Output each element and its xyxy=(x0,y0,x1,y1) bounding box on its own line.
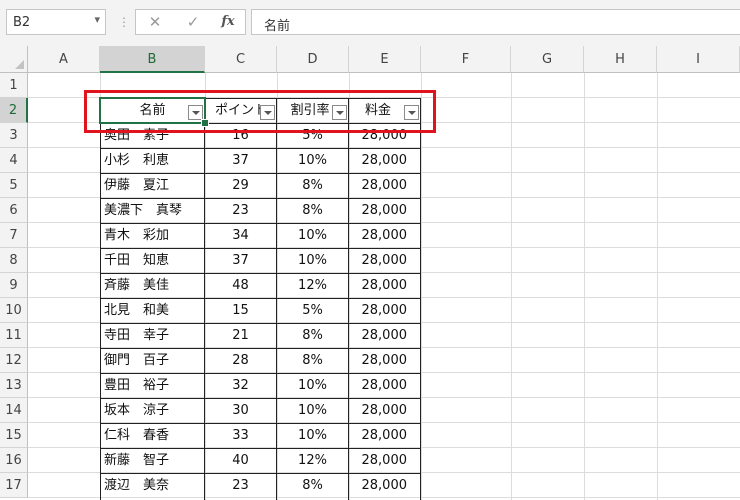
table-cell[interactable]: 30 xyxy=(205,398,276,423)
column-header-i[interactable]: I xyxy=(657,46,740,73)
table-cell[interactable]: 10% xyxy=(277,373,348,398)
table-cell[interactable]: 28,000 xyxy=(349,248,420,273)
table-cell[interactable]: 8% xyxy=(277,348,348,373)
row-header-7[interactable]: 7 xyxy=(0,223,28,248)
row-header-16[interactable]: 16 xyxy=(0,448,28,473)
vertical-dots-icon: ⋮ xyxy=(118,15,130,29)
highlight-box xyxy=(84,90,436,133)
table-cell[interactable]: 28,000 xyxy=(349,473,420,498)
table-cell[interactable]: 斉藤 美佳 xyxy=(101,273,204,298)
formula-input[interactable]: 名前 xyxy=(251,9,740,35)
table-cell[interactable]: 小杉 利恵 xyxy=(101,148,204,173)
table-cell[interactable]: 48 xyxy=(205,273,276,298)
table-border xyxy=(420,98,421,500)
gridline xyxy=(511,73,512,500)
table-cell[interactable]: 御門 百子 xyxy=(101,348,204,373)
table-cell[interactable]: 10% xyxy=(277,423,348,448)
select-all-corner[interactable] xyxy=(0,46,28,73)
table-cell[interactable]: 8% xyxy=(277,473,348,498)
table-cell[interactable]: 8% xyxy=(277,323,348,348)
table-cell[interactable]: 21 xyxy=(205,323,276,348)
column-header-b[interactable]: B xyxy=(100,46,205,73)
enter-check-icon[interactable]: ✓ xyxy=(181,11,205,33)
table-cell[interactable]: 5% xyxy=(277,298,348,323)
name-box-value: B2 xyxy=(13,15,31,30)
table-cell[interactable]: 12% xyxy=(277,273,348,298)
row-header-11[interactable]: 11 xyxy=(0,323,28,348)
table-cell[interactable]: 8% xyxy=(277,198,348,223)
table-cell[interactable]: 坂本 涼子 xyxy=(101,398,204,423)
row-header-10[interactable]: 10 xyxy=(0,298,28,323)
table-cell[interactable]: 渡辺 美奈 xyxy=(101,473,204,498)
cancel-icon[interactable]: ✕ xyxy=(143,11,167,33)
formula-value: 名前 xyxy=(264,19,291,34)
row-header-9[interactable]: 9 xyxy=(0,273,28,298)
column-header-g[interactable]: G xyxy=(511,46,584,73)
table-cell[interactable]: 15 xyxy=(205,298,276,323)
table-cell[interactable]: 10% xyxy=(277,248,348,273)
gridline xyxy=(421,73,422,500)
column-header-h[interactable]: H xyxy=(584,46,657,73)
row-header-15[interactable]: 15 xyxy=(0,423,28,448)
column-header-c[interactable]: C xyxy=(205,46,277,73)
table-cell[interactable]: 10% xyxy=(277,398,348,423)
table-cell[interactable]: 10% xyxy=(277,223,348,248)
table-cell[interactable]: 40 xyxy=(205,448,276,473)
table-cell[interactable]: 千田 知恵 xyxy=(101,248,204,273)
table-cell[interactable]: 23 xyxy=(205,473,276,498)
table-cell[interactable]: 37 xyxy=(205,148,276,173)
table-cell[interactable]: 28,000 xyxy=(349,173,420,198)
table-cell[interactable]: 28,000 xyxy=(349,398,420,423)
table-cell[interactable]: 28,000 xyxy=(349,323,420,348)
table-cell[interactable]: 8% xyxy=(277,173,348,198)
column-header-a[interactable]: A xyxy=(28,46,100,73)
row-header-12[interactable]: 12 xyxy=(0,348,28,373)
table-cell[interactable]: 12% xyxy=(277,448,348,473)
dropdown-arrow-icon[interactable]: ▾ xyxy=(94,13,100,26)
table-cell[interactable]: 29 xyxy=(205,173,276,198)
row-header-4[interactable]: 4 xyxy=(0,148,28,173)
table-cell[interactable]: 伊藤 夏江 xyxy=(101,173,204,198)
gridline xyxy=(657,73,658,500)
table-cell[interactable]: 28,000 xyxy=(349,148,420,173)
column-header-e[interactable]: E xyxy=(349,46,421,73)
row-header-1[interactable]: 1 xyxy=(0,73,28,98)
table-cell[interactable]: 仁科 春香 xyxy=(101,423,204,448)
table-cell[interactable]: 37 xyxy=(205,248,276,273)
formula-bar: B2 ▾ ⋮ ✕ ✓ fx 名前 xyxy=(0,0,740,46)
table-cell[interactable]: 美濃下 真琴 xyxy=(101,198,204,223)
row-header-3[interactable]: 3 xyxy=(0,123,28,148)
row-header-17[interactable]: 17 xyxy=(0,473,28,498)
table-cell[interactable]: 28,000 xyxy=(349,198,420,223)
row-header-13[interactable]: 13 xyxy=(0,373,28,398)
column-header-f[interactable]: F xyxy=(421,46,511,73)
table-cell[interactable]: 34 xyxy=(205,223,276,248)
table-cell[interactable]: 新藤 智子 xyxy=(101,448,204,473)
name-box[interactable]: B2 ▾ xyxy=(6,9,106,35)
table-cell[interactable]: 23 xyxy=(205,198,276,223)
gridline xyxy=(584,73,585,500)
table-cell[interactable]: 寺田 幸子 xyxy=(101,323,204,348)
table-cell[interactable]: 33 xyxy=(205,423,276,448)
row-header-5[interactable]: 5 xyxy=(0,173,28,198)
table-cell[interactable]: 28,000 xyxy=(349,448,420,473)
row-header-14[interactable]: 14 xyxy=(0,398,28,423)
table-cell[interactable]: 28,000 xyxy=(349,423,420,448)
row-header-6[interactable]: 6 xyxy=(0,198,28,223)
table-cell[interactable]: 28,000 xyxy=(349,373,420,398)
table-cell[interactable]: 28,000 xyxy=(349,223,420,248)
table-cell[interactable]: 28,000 xyxy=(349,348,420,373)
table-cell[interactable]: 28,000 xyxy=(349,298,420,323)
table-cell[interactable]: 28 xyxy=(205,348,276,373)
table-cell[interactable]: 豊田 裕子 xyxy=(101,373,204,398)
row-header-8[interactable]: 8 xyxy=(0,248,28,273)
table-cell[interactable]: 青木 彩加 xyxy=(101,223,204,248)
column-header-d[interactable]: D xyxy=(277,46,349,73)
table-cell[interactable]: 10% xyxy=(277,148,348,173)
function-fx-icon[interactable]: fx xyxy=(216,11,240,33)
table-cell[interactable]: 北見 和美 xyxy=(101,298,204,323)
row-header-2[interactable]: 2 xyxy=(0,98,28,123)
table-cell[interactable]: 28,000 xyxy=(349,273,420,298)
table-cell[interactable]: 32 xyxy=(205,373,276,398)
